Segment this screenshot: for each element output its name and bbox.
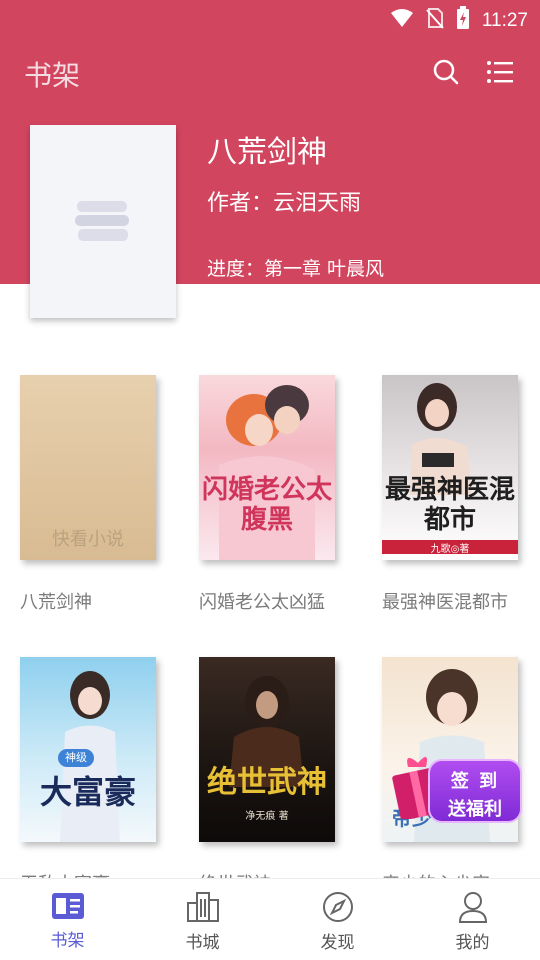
current-book-cover[interactable] — [30, 125, 176, 318]
nav-label: 书城 — [185, 933, 220, 953]
book-cover[interactable]: 神级 大富豪 — [20, 657, 156, 842]
search-icon — [433, 59, 459, 85]
current-book-title[interactable]: 八荒剑神 — [207, 127, 327, 171]
cover-title: 大富豪 — [39, 773, 136, 811]
cover-watermark: 快看小说 — [52, 529, 124, 550]
nav-label: 我的 — [455, 933, 490, 953]
app-bar: 书架 — [0, 36, 540, 110]
nav-label: 书架 — [50, 931, 85, 951]
book-title: 闪婚老公太凶猛 — [199, 592, 325, 613]
book-cover[interactable]: 绝世武神 净无痕 著 — [199, 657, 335, 842]
nav-bookshelf[interactable]: 书架 — [0, 879, 135, 960]
no-sim-icon — [426, 7, 444, 34]
battery-charging-icon — [456, 6, 470, 35]
nav-label: 发现 — [320, 933, 355, 953]
cover-author: 净无痕 著 — [245, 811, 289, 822]
nav-profile[interactable]: 我的 — [405, 879, 540, 960]
cover-title: 绝世武神 — [207, 765, 327, 800]
books-placeholder-icon — [75, 200, 129, 241]
sign-badge-line2: 送福利 — [448, 799, 502, 820]
book-item[interactable]: 闪婚老公太腹黑 闪婚老公太凶猛 — [199, 375, 335, 613]
current-book-author: 作者：云泪天雨 — [207, 191, 362, 216]
sign-in-reward-badge[interactable]: 签 到 送福利 — [390, 745, 524, 830]
cover-title: 闪婚老公太腹黑 — [201, 475, 332, 535]
compass-icon — [322, 892, 353, 922]
nav-discover[interactable]: 发现 — [270, 879, 405, 960]
cover-title: 最强神医混都市 — [384, 475, 515, 535]
sign-badge-line1: 签 到 — [450, 771, 500, 792]
book-title: 八荒剑神 — [20, 592, 92, 613]
book-cover[interactable]: 闪婚老公太腹黑 — [199, 375, 335, 560]
current-book-progress: 进度：第一章 叶晨风 — [207, 258, 385, 280]
book-item[interactable]: 最强神医混都市 九歌◎著 最强神医混都市 — [382, 375, 518, 613]
nav-bookstore[interactable]: 书城 — [135, 879, 270, 960]
page-title: 书架 — [24, 59, 81, 92]
bookshelf-icon — [51, 893, 84, 919]
book-item[interactable]: 神级 大富豪 无敌大富豪 — [20, 657, 156, 895]
cover-tag: 神级 — [58, 749, 94, 767]
clock: 11:27 — [481, 9, 528, 31]
person-icon — [458, 892, 487, 923]
wifi-icon — [390, 8, 414, 33]
book-cover[interactable]: 快看小说 — [20, 375, 156, 560]
book-title: 最强神医混都市 — [382, 592, 508, 613]
list-menu-icon — [487, 61, 513, 83]
city-icon — [186, 892, 219, 922]
book-item[interactable]: 绝世武神 净无痕 著 绝世武神 — [199, 657, 335, 895]
search-button[interactable] — [426, 52, 466, 92]
bottom-nav: 书架 书城 发现 我的 — [0, 878, 540, 960]
status-bar: 11:27 — [0, 0, 540, 36]
book-cover[interactable]: 最强神医混都市 九歌◎著 — [382, 375, 518, 560]
cover-author: 九歌◎著 — [430, 544, 470, 555]
menu-button[interactable] — [480, 52, 520, 92]
book-item[interactable]: 快看小说 八荒剑神 — [20, 375, 156, 613]
